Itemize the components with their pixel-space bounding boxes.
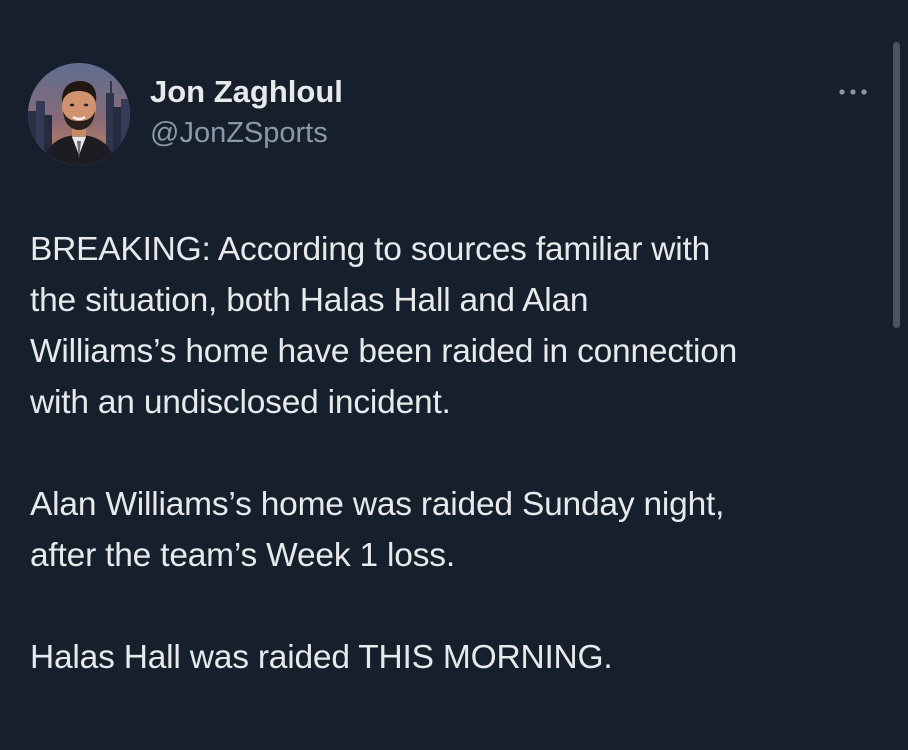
scrollbar-thumb[interactable] — [893, 42, 900, 328]
tweet-paragraph: Halas Hall was raided THIS MORNING. — [30, 639, 613, 676]
author-handle[interactable]: @JonZSports — [150, 115, 343, 151]
tweet-text: BREAKING: According to sources familiar … — [30, 224, 890, 683]
author-display-name[interactable]: Jon Zaghloul — [150, 74, 343, 110]
tweet-paragraph: BREAKING: According to sources familiar … — [30, 231, 738, 421]
more-horizontal-icon — [839, 89, 867, 95]
tweet-card: Jon Zaghloul @JonZSports BREAKING: Accor… — [0, 0, 908, 750]
author-info: Jon Zaghloul @JonZSports — [150, 74, 343, 151]
tweet-paragraph: Alan Williams’s home was raided Sunday n… — [30, 486, 725, 574]
more-options-button[interactable] — [834, 80, 874, 104]
author-avatar[interactable] — [28, 63, 130, 165]
profile-photo — [28, 63, 130, 165]
